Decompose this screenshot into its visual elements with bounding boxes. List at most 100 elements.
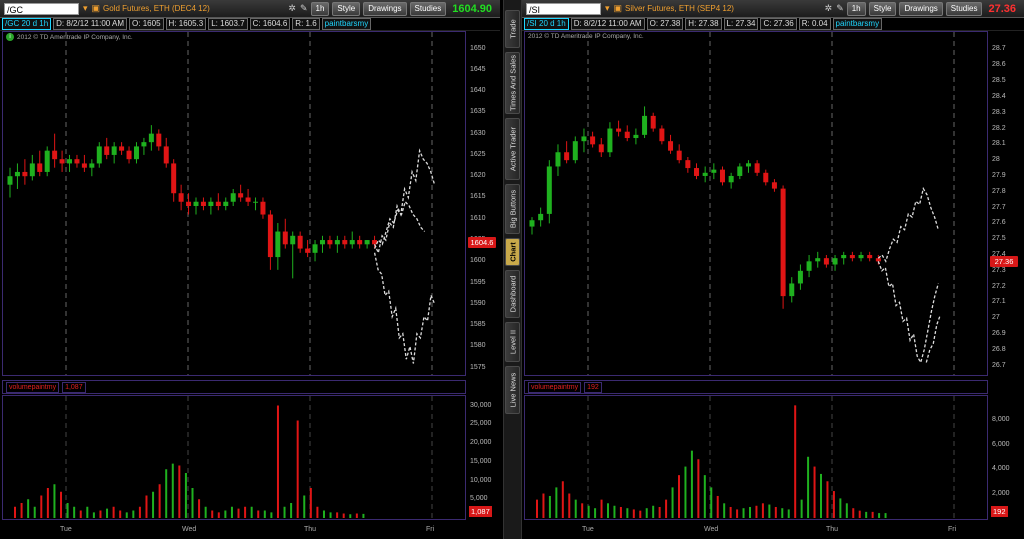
volume-bar [257,510,260,518]
volume-bar [276,405,279,518]
volume-bar [865,511,868,518]
volume-bar [237,508,240,518]
side-tab-trade[interactable]: Trade [505,10,520,48]
volume-bar [309,488,312,518]
side-tab-level-ii[interactable]: Level II [505,322,520,362]
volume-axis: 30,000 25,000 20,000 15,000 10,000 5,000 [466,395,500,520]
volume-bar [158,484,161,518]
volume-bar [839,498,842,518]
volume-bar [46,488,49,518]
volume-bar [813,466,816,518]
volume-bar [878,513,881,518]
volume-bar [787,509,790,518]
volume-bar [40,495,43,518]
volume-bar [574,499,577,518]
volume-bar [774,506,777,518]
volume-bar [53,484,56,518]
volume-bar [250,506,253,518]
volume-bar [92,512,95,518]
side-tab-dashboard[interactable]: Dashboard [505,270,520,318]
time-axis[interactable]: Tue Wed Thu Fri [2,522,466,539]
volume-bar [794,405,797,518]
volume-bar [145,495,148,518]
time-axis[interactable]: Tue Wed Thu Fri [524,522,988,539]
volume-last-marker: 1,087 [469,506,492,517]
volume-axis-tick: 6,000 [992,440,1010,448]
volume-bar [263,510,266,518]
volume-bar [845,503,848,518]
volume-bar [342,513,345,518]
side-tab-bar: Trade Times And Sales Active Trader Big But… [503,0,522,539]
time-axis-tick: Thu [304,526,317,533]
volume-bar [626,508,629,518]
volume-bar [536,499,538,518]
volume-axis-tick: 15,000 [470,457,492,465]
volume-bar [73,506,76,518]
side-tab-big-buttons[interactable]: Big Buttons [505,184,520,234]
volume-bar [555,487,558,518]
volume-bar [66,503,69,518]
volume-bar [665,499,668,518]
volume-bar [781,508,784,518]
volume-bar [826,481,829,518]
volume-bar [329,512,332,518]
volume-bar [884,513,887,518]
volume-bar [184,473,187,518]
volume-bar [224,510,227,518]
volume-bar [703,475,706,518]
volume-axis-tick: 10,000 [470,476,492,484]
side-tab-live-news[interactable]: Live News [505,366,520,414]
volume-bar [171,463,174,518]
volume-bar [20,503,23,518]
volume-bar [204,506,207,518]
volume-bar [749,506,751,518]
volume-bar [211,510,214,518]
volume-axis-tick: 25,000 [470,420,492,428]
time-axis-tick: Tue [582,526,594,533]
volume-bar [316,506,319,518]
volume-bar [14,506,16,518]
volume-bar [27,499,30,518]
side-tab-label: Trade [508,19,517,39]
volume-bar [716,495,719,518]
volume-bar [542,493,545,518]
volume-bar [296,420,299,518]
side-tab-label: Times And Sales [508,55,517,111]
volume-bar [820,473,822,518]
volume-bar [132,510,135,518]
time-axis-tick: Wed [704,526,719,533]
volume-bar [832,491,835,518]
volume-bar [290,503,293,518]
volume-chart-svg [536,396,955,519]
time-axis-tick: Wed [182,526,197,533]
volume-axis-tick: 4,000 [992,465,1010,473]
side-tab-times-and-sales[interactable]: Times And Sales [505,52,520,114]
volume-bar [362,513,365,518]
volume-last-marker: 192 [991,506,1008,517]
time-axis-tick: Fri [426,526,435,533]
volume-bar [652,505,655,518]
volume-bar [594,508,597,518]
volume-bar [852,508,855,518]
volume-bar [613,505,616,518]
volume-bar [729,506,732,518]
volume-bar [230,506,233,518]
volume-bar [99,510,102,518]
volume-bar [106,508,109,518]
volume-bar [336,512,339,518]
side-tab-active-trader[interactable]: Active Trader [505,118,520,180]
volume-bar [60,491,63,518]
volume-bar [349,514,352,518]
side-tab-chart[interactable]: Chart [505,238,520,266]
volume-bar [800,499,803,518]
volume-bar [619,506,622,518]
time-axis-tick: Fri [948,526,957,533]
side-tab-label: Big Buttons [508,189,517,229]
volume-bar [548,495,551,518]
volume-bar [807,456,810,518]
volume-bar [736,509,739,518]
side-tab-label: Active Trader [508,126,517,172]
volume-bar [600,499,603,518]
volume-bar [79,510,82,518]
volume-bar [710,487,713,518]
